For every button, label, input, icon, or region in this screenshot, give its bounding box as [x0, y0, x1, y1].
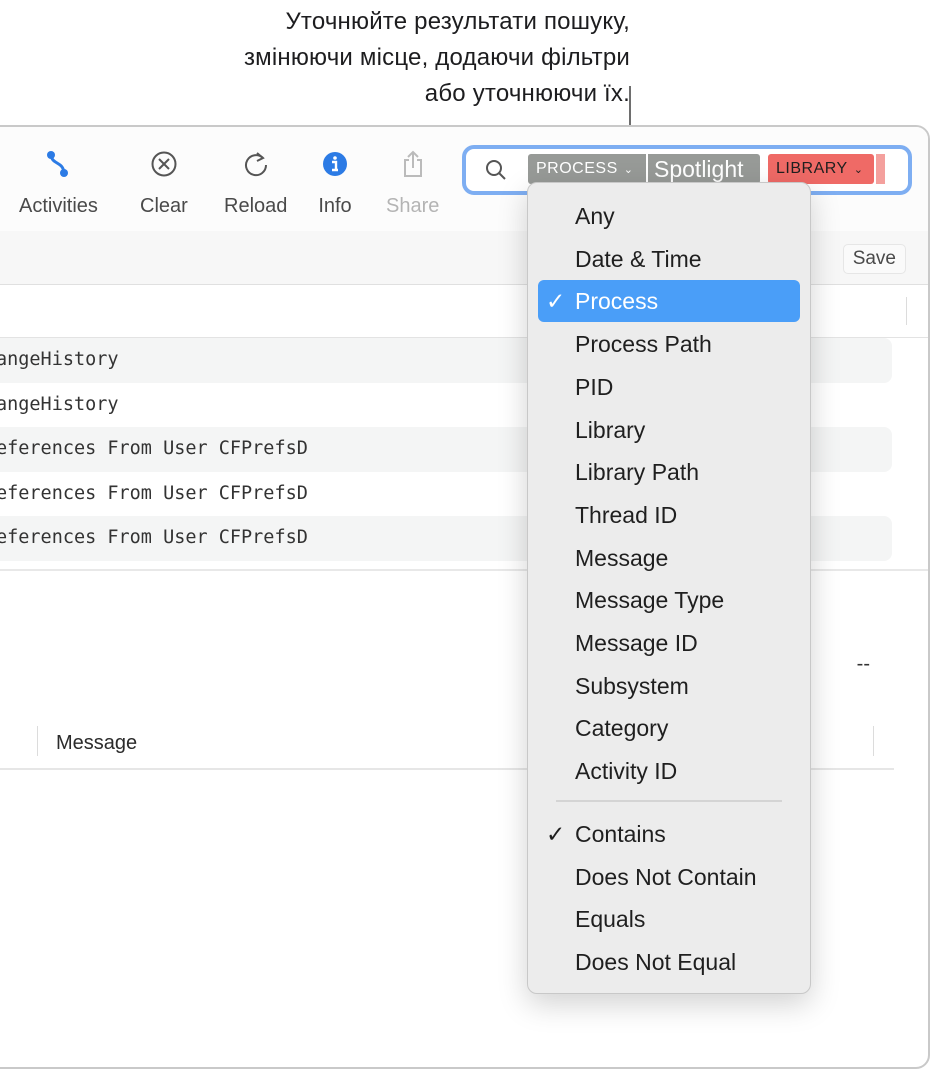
filter-field-menu: Any Date & Time ✓ Process Process Path PID Lib…	[527, 182, 811, 994]
reload-icon	[239, 147, 273, 181]
menu-separator	[556, 800, 782, 802]
search-token-process[interactable]: PROCESS ⌄	[528, 154, 646, 184]
info-icon	[318, 147, 352, 181]
menu-item-equals[interactable]: Equals	[538, 898, 800, 940]
column-separator[interactable]	[37, 726, 38, 756]
menu-item-library[interactable]: Library	[538, 409, 800, 451]
column-header-message[interactable]: Message	[56, 732, 137, 755]
menu-item-label: Any	[575, 203, 615, 229]
menu-item-any[interactable]: Any	[538, 195, 800, 237]
reload-button[interactable]: Reload	[224, 147, 287, 218]
menu-item-subsystem[interactable]: Subsystem	[538, 665, 800, 707]
menu-item-message-type[interactable]: Message Type	[538, 579, 800, 621]
search-token-process-label: PROCESS	[536, 160, 618, 177]
chevron-down-icon: ⌄	[623, 163, 634, 176]
menu-item-activity-id[interactable]: Activity ID	[538, 750, 800, 792]
menu-item-library-path[interactable]: Library Path	[538, 451, 800, 493]
column-separator[interactable]	[873, 726, 874, 756]
menu-item-label: Does Not Equal	[575, 949, 737, 976]
activities-icon	[41, 147, 75, 181]
clear-icon	[147, 147, 181, 181]
menu-item-pid[interactable]: PID	[538, 366, 800, 408]
search-token-value-label: Spotlight	[654, 155, 744, 182]
reload-label: Reload	[224, 195, 288, 217]
search-token-library-value[interactable]	[876, 154, 885, 184]
menu-item-contains[interactable]: ✓ Contains	[538, 813, 800, 855]
search-token-library-label: LIBRARY	[776, 160, 848, 177]
menu-item-label: Library Path	[575, 459, 700, 486]
search-token-library[interactable]: LIBRARY ⌄	[768, 154, 874, 184]
menu-item-label: Does Not Contain	[575, 863, 757, 890]
menu-item-label: Category	[575, 715, 669, 742]
menu-item-label: Activity ID	[575, 758, 678, 785]
menu-item-does-not-contain[interactable]: Does Not Contain	[538, 856, 800, 898]
menu-item-process-path[interactable]: Process Path	[538, 323, 800, 365]
menu-item-message[interactable]: Message	[538, 537, 800, 579]
activities-label: Activities	[19, 195, 98, 217]
column-separator[interactable]	[906, 297, 907, 325]
info-button[interactable]: Info	[318, 147, 352, 218]
menu-item-label: Message	[575, 544, 669, 571]
chevron-down-icon: ⌄	[853, 163, 864, 176]
menu-item-category[interactable]: Category	[538, 707, 800, 749]
menu-item-does-not-equal[interactable]: Does Not Equal	[538, 941, 800, 983]
checkmark-icon: ✓	[546, 288, 566, 315]
search-icon	[484, 158, 508, 187]
menu-item-label: PID	[575, 373, 614, 400]
save-button[interactable]: Save	[842, 244, 906, 274]
menu-item-label: Subsystem	[575, 672, 689, 699]
menu-item-label: Process	[575, 288, 659, 315]
menu-item-label: Message ID	[575, 630, 698, 656]
menu-item-label: Process Path	[575, 331, 712, 358]
menu-item-label: Contains	[575, 821, 666, 847]
menu-item-label: Library	[575, 416, 646, 443]
menu-item-label: Thread ID	[575, 501, 678, 528]
share-label: Share	[386, 195, 440, 217]
clear-label: Clear	[140, 195, 188, 217]
info-label: Info	[318, 195, 352, 217]
checkmark-icon: ✓	[546, 821, 566, 847]
search-token-value[interactable]: Spotlight	[648, 154, 760, 184]
share-button[interactable]: Share	[386, 147, 439, 218]
menu-item-message-id[interactable]: Message ID	[538, 622, 800, 664]
menu-item-thread-id[interactable]: Thread ID	[538, 494, 800, 536]
menu-item-date-time[interactable]: Date & Time	[538, 238, 800, 280]
menu-item-label: Equals	[575, 906, 646, 933]
menu-item-process[interactable]: ✓ Process	[538, 280, 800, 323]
share-icon	[396, 147, 430, 181]
detail-value: --	[856, 653, 870, 675]
activities-button[interactable]: Activities	[19, 147, 98, 218]
menu-item-label: Message Type	[575, 587, 725, 614]
callout-text: Уточнюйте результати пошуку, змінюючи мі…	[243, 8, 630, 107]
menu-item-label: Date & Time	[575, 245, 702, 272]
clear-button[interactable]: Clear	[140, 147, 188, 218]
